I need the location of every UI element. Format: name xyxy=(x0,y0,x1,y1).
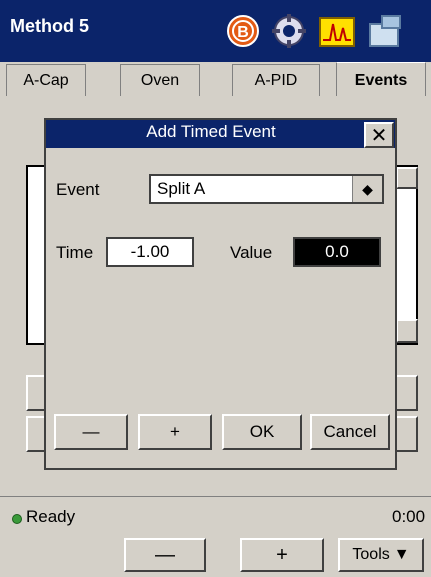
decrement-button[interactable]: — xyxy=(54,414,128,450)
tab-a-cap[interactable]: A-Cap xyxy=(6,64,86,96)
close-button[interactable]: ✕ xyxy=(364,122,394,148)
svg-text:B: B xyxy=(237,24,249,41)
cancel-button[interactable]: Cancel xyxy=(310,414,390,450)
instrument-icon[interactable] xyxy=(366,12,404,50)
chromatogram-icon[interactable] xyxy=(318,12,356,50)
event-label: Event xyxy=(56,180,100,199)
tab-a-pid[interactable]: A-PID xyxy=(232,64,320,96)
time-field[interactable]: -1.00 xyxy=(106,237,194,267)
settings-gear-icon[interactable] xyxy=(270,12,308,50)
tab-oven[interactable]: Oven xyxy=(120,64,200,96)
increment-button[interactable]: + xyxy=(138,414,212,450)
event-select-value: Split A xyxy=(157,179,206,198)
tools-label: Tools xyxy=(352,546,390,563)
value-label: Value xyxy=(230,243,273,262)
bottom-plus-button[interactable]: + xyxy=(240,538,324,572)
time-label: Time xyxy=(56,243,94,262)
b-icon[interactable]: B xyxy=(224,12,262,50)
tab-events[interactable]: Events xyxy=(336,62,426,98)
dialog-title: Add Timed Event xyxy=(146,122,276,141)
scroll-up-button[interactable] xyxy=(396,167,418,189)
chevron-down-icon: ▼ xyxy=(393,546,410,563)
event-select[interactable]: Split A xyxy=(149,174,384,204)
ok-button[interactable]: OK xyxy=(222,414,302,450)
scroll-down-button[interactable] xyxy=(396,319,418,343)
status-led-icon xyxy=(12,514,22,524)
up-down-arrows-icon[interactable]: ◆ xyxy=(352,176,382,202)
status-text: Ready xyxy=(26,507,76,526)
tools-menu-button[interactable]: Tools ▼ xyxy=(338,538,424,572)
status-time: 0:00 xyxy=(392,507,426,526)
window-title: Method 5 xyxy=(10,16,89,36)
bottom-minus-button[interactable]: — xyxy=(124,538,206,572)
value-field[interactable]: 0.0 xyxy=(293,237,381,267)
